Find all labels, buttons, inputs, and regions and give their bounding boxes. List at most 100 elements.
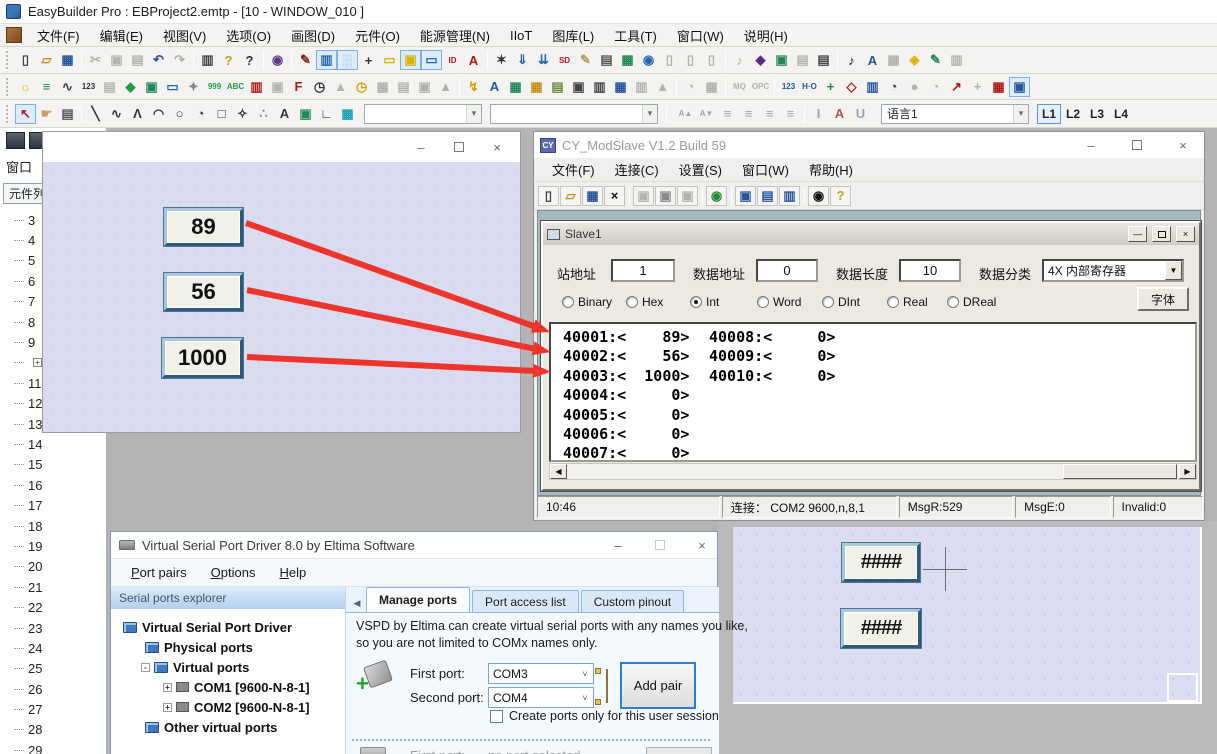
file-browser-icon[interactable]: ▣ (414, 77, 435, 97)
disabled-action-button[interactable] (646, 747, 712, 754)
window-tree-item[interactable]: 19 (0, 536, 107, 556)
menu-item[interactable]: 画图(D) (282, 24, 344, 47)
menu-item[interactable]: 文件(F) (28, 24, 89, 47)
chevron-down-icon[interactable]: ▾ (642, 105, 657, 123)
grid-icon[interactable]: ░ (337, 50, 358, 70)
data-category-select[interactable]: 4X 内部寄存器 ▼ (1042, 259, 1184, 282)
drawer-icon[interactable]: ▥ (589, 77, 610, 97)
edit-template-icon[interactable]: ✎ (925, 50, 946, 70)
value-button-1000[interactable]: 1000 (162, 338, 243, 378)
help-icon[interactable]: ? (218, 50, 239, 70)
menu-item[interactable]: 视图(V) (154, 24, 215, 47)
font-manager-icon[interactable]: A (862, 50, 883, 70)
font-color-icon[interactable]: A (463, 50, 484, 70)
text-wrap-icon[interactable]: ≡ (717, 104, 738, 124)
scrollbar-thumb[interactable] (1063, 464, 1177, 479)
chevron-down-icon[interactable]: ▾ (1013, 105, 1028, 123)
horizontal-scrollbar[interactable]: ◀ ▶ (549, 463, 1197, 480)
menu-item[interactable]: 文件(F) (542, 158, 605, 181)
flash-transfer-icon[interactable]: ↯ (463, 77, 484, 97)
menu-item[interactable]: 能源管理(N) (411, 24, 499, 47)
radio-dot[interactable] (690, 296, 702, 308)
ports-tree-item[interactable]: Physical ports (111, 637, 345, 657)
window-tree-item[interactable]: 16 (0, 475, 107, 495)
panel-gray-icon[interactable]: ▦ (701, 77, 722, 97)
window-tree-item[interactable]: 15 (0, 455, 107, 475)
sd-card-icon[interactable]: SD (554, 50, 575, 70)
address-grid-icon[interactable]: ▦ (883, 50, 904, 70)
expand-icon[interactable]: + (163, 683, 172, 692)
card-display-icon[interactable]: ▭ (162, 77, 183, 97)
numeric-object-icon[interactable]: 123 (78, 77, 99, 97)
opc-icon[interactable]: OPC (750, 77, 771, 97)
plug-in-icon[interactable]: ◆ (750, 50, 771, 70)
data-transfer-icon[interactable]: ▦ (372, 77, 393, 97)
radio-int[interactable]: Int (690, 295, 719, 309)
copy-slave-icon[interactable]: ▣ (633, 186, 654, 206)
mute-icon[interactable]: ♪ (729, 50, 750, 70)
radio-dot[interactable] (822, 296, 834, 308)
text-tool-icon[interactable]: A (274, 104, 295, 124)
meter-display-icon[interactable]: ◔ (883, 77, 904, 97)
bar-ho-icon[interactable]: H·O (799, 77, 820, 97)
expand-icon[interactable]: + (33, 358, 42, 367)
expand-icon[interactable]: - (141, 663, 150, 672)
rectangle-tool-icon[interactable]: □ (211, 104, 232, 124)
pdf-reader-icon[interactable]: ▤ (393, 77, 414, 97)
selection-handle[interactable] (1167, 673, 1198, 702)
find-replace-icon[interactable]: ◉ (267, 50, 288, 70)
dot-matrix-tool-icon[interactable]: ∴ (253, 104, 274, 124)
font-shrink-icon[interactable]: A▼ (696, 104, 717, 124)
tab-scroll-left-icon[interactable]: ◀ (350, 595, 364, 612)
ports-tree-item[interactable]: Virtual Serial Port Driver (111, 617, 345, 637)
boot-icon[interactable]: ▲ (330, 77, 351, 97)
paste-icon[interactable]: ▤ (127, 50, 148, 70)
field-input-3[interactable]: 10 (899, 259, 961, 282)
numeric-display-1[interactable]: #### (842, 543, 920, 582)
clipboard-object-icon[interactable]: ▤ (547, 77, 568, 97)
menu-item[interactable]: 工具(T) (605, 24, 666, 47)
window-tree-item[interactable]: 28 (0, 720, 107, 740)
shape-manager-icon[interactable]: ▤ (792, 50, 813, 70)
minimize-icon[interactable]: – (414, 140, 428, 155)
radio-hex[interactable]: Hex (626, 295, 663, 309)
font-button[interactable]: 字体 (1137, 287, 1189, 311)
function-key-icon[interactable]: F (288, 77, 309, 97)
maximize-icon[interactable] (655, 540, 665, 550)
save-icon[interactable]: ▦ (57, 50, 78, 70)
undo-icon[interactable]: ↶ (148, 50, 169, 70)
window-tree-item[interactable]: 20 (0, 557, 107, 577)
arc-tool-icon[interactable]: ◠ (148, 104, 169, 124)
menu-item[interactable]: 元件(O) (346, 24, 409, 47)
address-search-icon[interactable]: ◉ (638, 50, 659, 70)
calendar-icon[interactable]: ▦ (610, 77, 631, 97)
menu-item[interactable]: IIoT (501, 26, 541, 45)
direct-window-icon[interactable]: ◆ (120, 77, 141, 97)
label-library-icon[interactable]: ▤ (813, 50, 834, 70)
scroll-left-icon[interactable]: ◀ (550, 464, 567, 479)
project-home-icon[interactable]: ▲ (652, 77, 673, 97)
sphere-icon[interactable]: ● (904, 77, 925, 97)
recipe-table-icon[interactable]: ▦ (617, 50, 638, 70)
window-tree-item[interactable]: 18 (0, 516, 107, 536)
redo-icon[interactable]: ↷ (169, 50, 190, 70)
font-enlarge-icon[interactable]: A▲ (675, 104, 696, 124)
polyline-tool-icon[interactable]: Λ (127, 104, 148, 124)
layer-icon[interactable]: ▣ (400, 50, 421, 70)
download-icon[interactable]: ⇓ (512, 50, 533, 70)
flow-block-icon[interactable]: ◇ (841, 77, 862, 97)
home-object-icon[interactable]: ▲ (435, 77, 456, 97)
radio-dot[interactable] (887, 296, 899, 308)
sound-library-icon[interactable]: ♪ (841, 50, 862, 70)
window-tree-item[interactable]: 23 (0, 618, 107, 638)
toolbar-grip[interactable] (6, 78, 11, 96)
tab-manage-ports[interactable]: Manage ports (366, 587, 470, 612)
circle-tool-icon[interactable]: ○ (169, 104, 190, 124)
window-tree-item[interactable]: 24 (0, 638, 107, 658)
add-pair-button[interactable]: Add pair (620, 662, 696, 709)
about-help-icon[interactable]: ? (830, 186, 851, 206)
save-doc-icon[interactable]: ▦ (582, 186, 603, 206)
tab-port-access-list[interactable]: Port access list (472, 590, 579, 612)
tab-custom-pinout[interactable]: Custom pinout (581, 590, 684, 612)
minimize-icon[interactable]: – (611, 538, 625, 553)
